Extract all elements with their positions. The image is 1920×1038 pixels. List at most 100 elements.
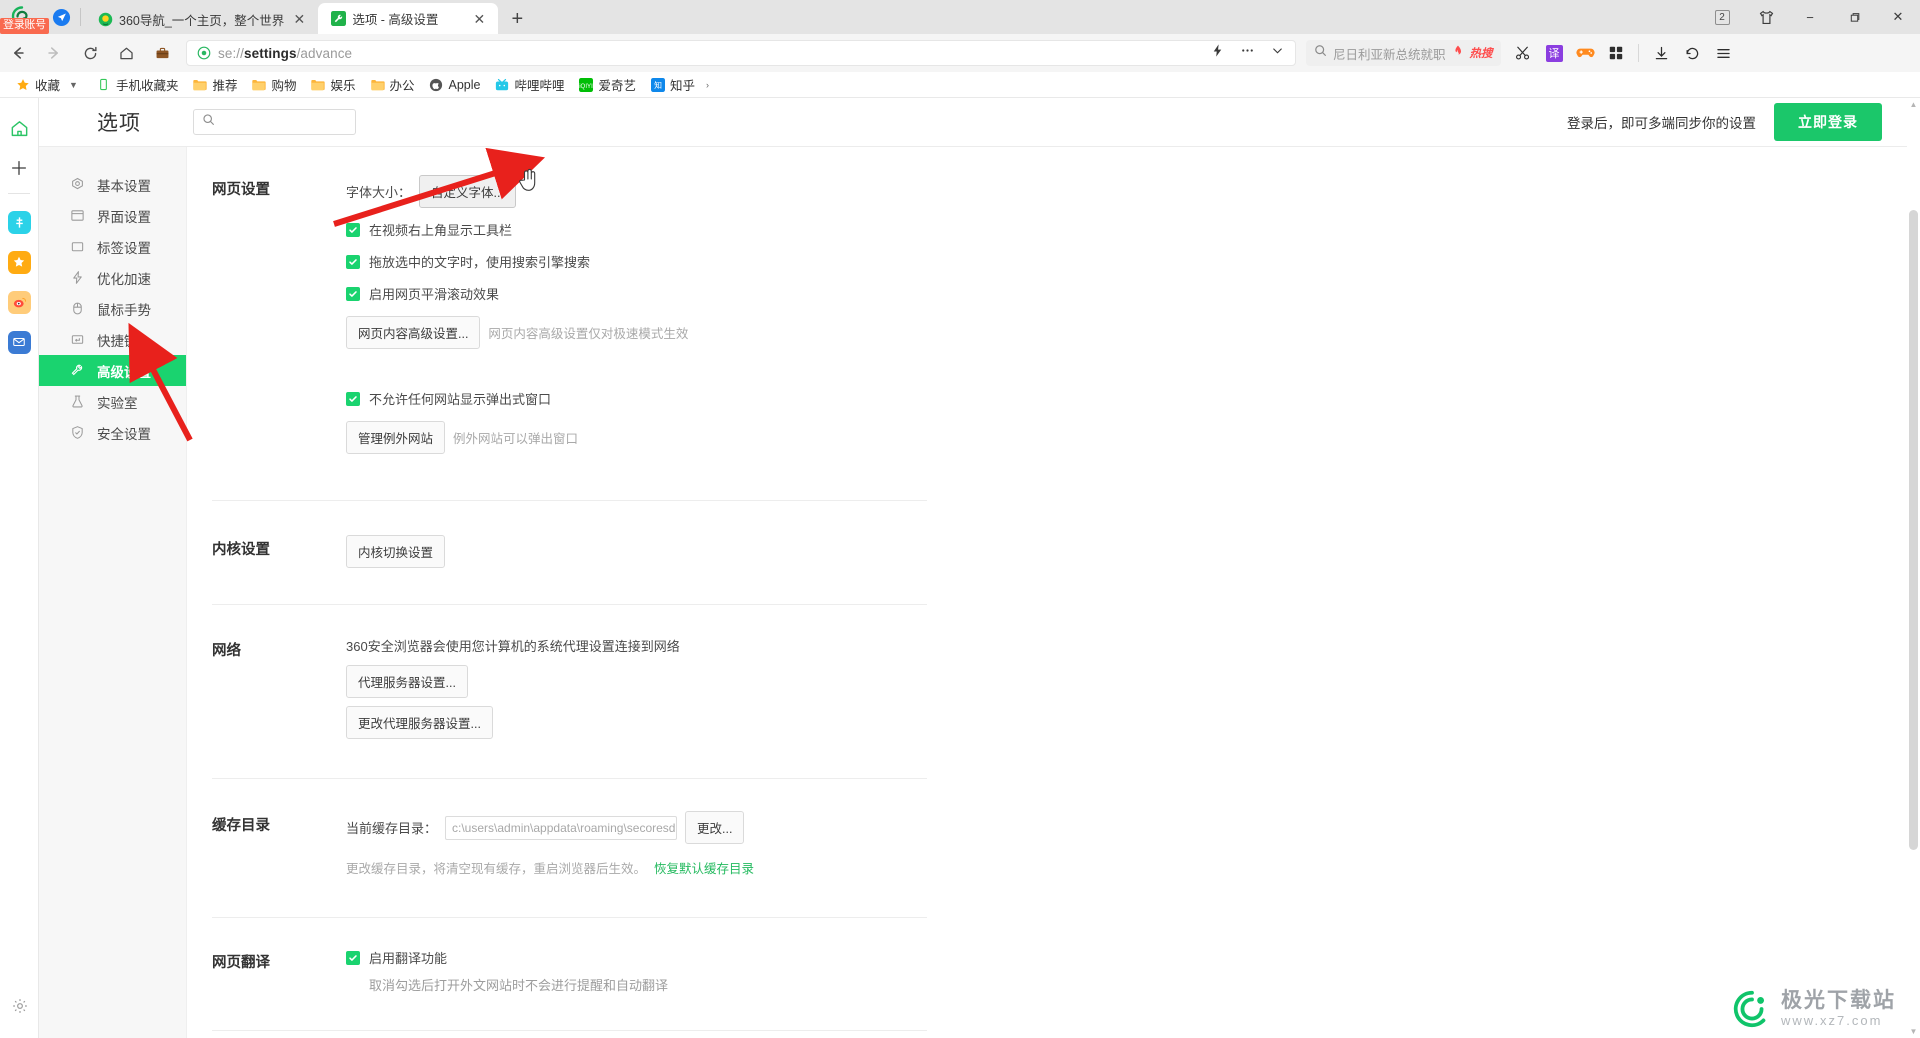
new-tab-button[interactable]: +	[502, 4, 532, 34]
settings-content: 网页设置 字体大小： 自定义字体... 在视频右上角显示工具栏 拖放选中的文字时…	[187, 147, 1920, 1038]
proxy-settings-button[interactable]: 代理服务器设置...	[346, 665, 468, 698]
tab-strip: 360导航_一个主页，整个世界 ✕ 选项 - 高级设置 ✕ +	[85, 0, 532, 34]
network-description: 360安全浏览器会使用您计算机的系统代理设置连接到网络	[346, 639, 680, 654]
cache-path-input[interactable]: c:\users\admin\appdata\roaming\secoresdk…	[445, 815, 678, 840]
bookmark-favorites[interactable]: 收藏 ▼	[8, 73, 89, 96]
rail-footer	[0, 986, 39, 1026]
search-box[interactable]: 尼日利亚新总统就职 热搜	[1306, 40, 1501, 66]
checkbox-drag-search[interactable]: 拖放选中的文字时，使用搜索引擎搜索	[346, 252, 1920, 271]
tab-0[interactable]: 360导航_一个主页，整个世界 ✕	[85, 4, 318, 34]
section-cache: 缓存目录 当前缓存目录： c:\users\admin\appdata\roam…	[187, 811, 1920, 889]
reload-icon[interactable]	[72, 38, 108, 68]
scrollbar-thumb[interactable]	[1909, 210, 1918, 850]
back-arrow-icon[interactable]	[0, 38, 36, 68]
change-proxy-button[interactable]: 更改代理服务器设置...	[346, 706, 493, 739]
bookmarks-overflow-icon[interactable]: ›	[702, 80, 713, 90]
rail-divider	[8, 193, 30, 194]
history-back-icon[interactable]	[1678, 39, 1706, 67]
checkbox-block-popups[interactable]: 不允许任何网站显示弹出式窗口	[346, 389, 1920, 408]
menu-hamburger-icon[interactable]	[1709, 39, 1737, 67]
settings-sidebar: 基本设置 界面设置 标签设置 优化加速 鼠标手势 快捷键 高级设置 实验室 安全…	[39, 147, 187, 1038]
add-icon[interactable]	[0, 148, 39, 188]
mouse-gesture-icon	[70, 301, 85, 316]
bookmark-iqiyi[interactable]: iQIYI 爱奇艺	[572, 73, 644, 96]
page-scrollbar[interactable]: ▲ ▼	[1907, 98, 1920, 1038]
chevron-down-icon[interactable]: ▼	[65, 80, 82, 90]
close-button[interactable]: ✕	[1876, 2, 1920, 32]
settings-gear-icon[interactable]	[0, 986, 39, 1026]
security-shield-icon	[70, 425, 85, 440]
address-bar[interactable]: se://settings/advance	[186, 40, 1296, 66]
change-cache-button[interactable]: 更改...	[685, 811, 745, 844]
bookmark-mobile[interactable]: 手机收藏夹	[89, 73, 186, 96]
login-now-button[interactable]: 立即登录	[1774, 103, 1882, 141]
interface-settings-icon	[70, 208, 85, 223]
navigator-icon[interactable]	[44, 0, 78, 34]
sidebar-item-advanced[interactable]: 高级设置	[39, 355, 186, 386]
maximize-button[interactable]	[1832, 2, 1876, 32]
aurora-logo-icon	[1733, 990, 1766, 1028]
bookmark-zhihu[interactable]: 知 知乎	[643, 73, 702, 96]
chevron-down-icon[interactable]	[1270, 43, 1285, 63]
favorites-star-icon[interactable]	[0, 242, 39, 282]
skin-icon[interactable]	[1744, 2, 1788, 32]
kernel-switch-button[interactable]: 内核切换设置	[346, 535, 446, 568]
tab-close-icon[interactable]: ✕	[290, 10, 308, 28]
font-size-label: 字体大小：	[346, 185, 412, 200]
checkbox-checked-icon	[346, 391, 360, 406]
sidebar-item-speed[interactable]: 优化加速	[39, 262, 186, 293]
bookmark-label: 哔哩哔哩	[514, 79, 565, 93]
game-controller-icon[interactable]	[1571, 39, 1599, 67]
restore-default-cache-link[interactable]: 恢复默认缓存目录	[654, 858, 754, 877]
login-account-badge[interactable]: 登录账号	[0, 18, 49, 34]
settings-search-input[interactable]	[193, 109, 356, 135]
home-icon[interactable]	[108, 38, 144, 68]
side-rail	[0, 98, 39, 1038]
change-proxy-row: 更改代理服务器设置...	[346, 706, 1920, 739]
bookmark-bilibili[interactable]: 哔哩哔哩	[488, 73, 572, 96]
custom-font-button[interactable]: 自定义字体...	[419, 175, 516, 208]
scroll-up-arrow[interactable]: ▲	[1909, 100, 1918, 109]
sidebar-item-lab[interactable]: 实验室	[39, 386, 186, 417]
sidebar-item-basic[interactable]: 基本设置	[39, 169, 186, 200]
weibo-icon[interactable]	[0, 282, 39, 322]
tab-1[interactable]: 选项 - 高级设置 ✕	[318, 3, 499, 34]
translate-icon[interactable]: 译	[1540, 39, 1568, 67]
sidebar-item-tabs[interactable]: 标签设置	[39, 231, 186, 262]
bookmark-folder-office[interactable]: 办公	[363, 73, 422, 96]
bookmark-folder-recommend[interactable]: 推荐	[185, 73, 244, 96]
tab-close-icon[interactable]: ✕	[470, 10, 488, 28]
section-title: 缓存目录	[212, 818, 270, 834]
download-icon[interactable]	[1647, 39, 1675, 67]
extension-blue-icon[interactable]	[0, 202, 39, 242]
tab-count-badge[interactable]: 2	[1700, 2, 1744, 32]
bookmark-apple[interactable]: Apple	[422, 75, 488, 94]
scroll-down-arrow[interactable]: ▼	[1909, 1027, 1918, 1036]
briefcase-icon[interactable]	[144, 38, 180, 68]
sidebar-item-interface[interactable]: 界面设置	[39, 200, 186, 231]
minimize-button[interactable]: −	[1788, 2, 1832, 32]
home-icon[interactable]	[0, 108, 39, 148]
sidebar-item-security[interactable]: 安全设置	[39, 417, 186, 448]
manage-exceptions-button[interactable]: 管理例外网站	[346, 421, 446, 454]
mail-icon[interactable]	[0, 322, 39, 362]
apps-grid-icon[interactable]	[1602, 39, 1630, 67]
bookmark-label: 娱乐	[330, 79, 356, 93]
tab-settings-icon	[70, 239, 85, 254]
site-watermark: 极光下载站 www.xz7.com	[1731, 988, 1896, 1030]
checkbox-video-toolbar[interactable]: 在视频右上角显示工具栏	[346, 220, 1920, 239]
bookmark-folder-shopping[interactable]: 购物	[244, 73, 303, 96]
more-dots-icon[interactable]	[1239, 42, 1256, 64]
advanced-content-button[interactable]: 网页内容高级设置...	[346, 316, 481, 349]
scissors-icon[interactable]	[1509, 39, 1537, 67]
tab-title: 360导航_一个主页，整个世界	[119, 13, 285, 28]
checkbox-label: 在视频右上角显示工具栏	[369, 223, 513, 238]
lab-flask-icon	[70, 394, 85, 409]
checkbox-enable-translate[interactable]: 启用翻译功能	[346, 948, 1920, 967]
sidebar-item-shortcuts[interactable]: 快捷键	[39, 324, 186, 355]
bookmark-folder-entertainment[interactable]: 娱乐	[303, 73, 362, 96]
lightning-icon[interactable]	[1210, 43, 1225, 63]
checkbox-smooth-scroll[interactable]: 启用网页平滑滚动效果	[346, 284, 1920, 303]
forward-arrow-icon[interactable]	[36, 38, 72, 68]
sidebar-item-mouse[interactable]: 鼠标手势	[39, 293, 186, 324]
